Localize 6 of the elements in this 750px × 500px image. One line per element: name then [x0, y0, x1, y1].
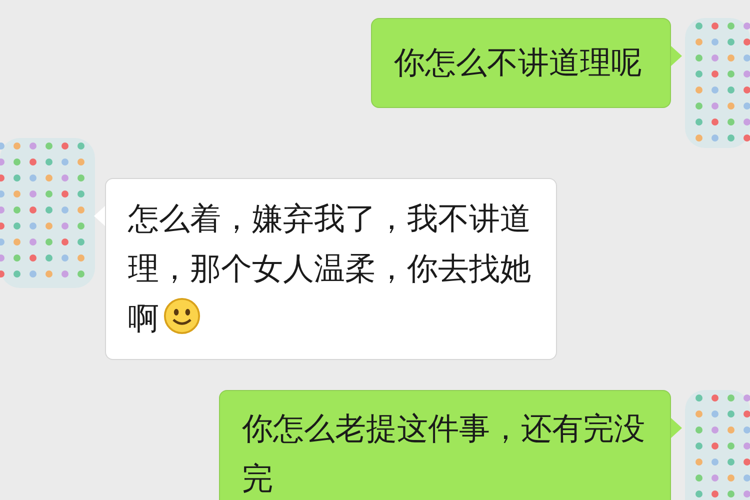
dotted-avatar-icon — [685, 390, 750, 500]
dotted-avatar-icon — [685, 18, 750, 148]
message-bubble: 你怎么不讲道理呢 — [371, 18, 671, 108]
message-bubble: 怎么着，嫌弃我了，我不讲道理，那个女人温柔，你去找她啊 — [105, 178, 558, 360]
dotted-avatar-icon — [0, 138, 95, 288]
message-bubble: 你怎么老提这件事，还有完没完 — [218, 390, 671, 500]
